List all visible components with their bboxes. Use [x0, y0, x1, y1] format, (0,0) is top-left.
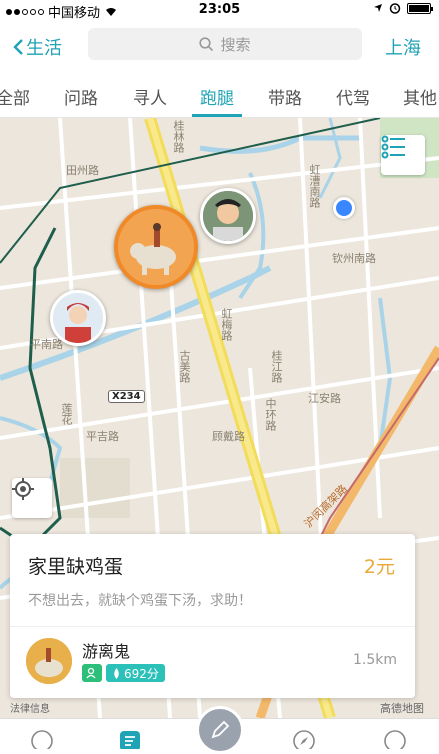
legal-info-link[interactable]: 法律信息 [10, 700, 50, 715]
tab-find-person[interactable]: 寻人 [133, 84, 167, 109]
score-value: 692分 [124, 666, 159, 681]
status-right [373, 2, 433, 14]
tab-errand[interactable]: 跑腿 [200, 84, 234, 109]
user-name: 游离鬼 [82, 642, 131, 661]
map-label-qinzhou: 钦州南路 [332, 252, 376, 265]
card-divider [10, 626, 415, 627]
back-label: 生活 [26, 38, 62, 59]
nav-bar: 生活 搜索 上海 [0, 20, 439, 70]
task-pin-elephant[interactable] [114, 205, 198, 289]
chevron-left-icon [13, 39, 23, 55]
map-provider-logo: 高德地图 [380, 702, 424, 715]
tab-ask-way[interactable]: 问路 [64, 84, 98, 109]
category-tabs: 全部 问路 寻人 跑腿 带路 代驾 其他 [0, 72, 439, 118]
map-label-hongmei: 虹梅路 [220, 308, 233, 341]
status-bar: 中国移动 23:05 [0, 0, 439, 21]
task-pin-man[interactable] [200, 188, 256, 244]
locate-me-button[interactable] [12, 478, 52, 518]
active-tab-indicator [192, 114, 242, 117]
profile-icon[interactable] [30, 729, 54, 749]
tab-guide[interactable]: 带路 [268, 84, 302, 109]
task-pin-girl[interactable] [50, 290, 106, 346]
task-price: 2元 [363, 556, 395, 578]
road-sign-x234: X234 [108, 390, 145, 403]
location-arrow-icon [374, 4, 382, 12]
map-label-hongcao: 虹漕南路 [308, 164, 321, 208]
map-label-jiangan: 江安路 [308, 392, 341, 405]
map-label-pingji: 平吉路 [86, 430, 119, 443]
map-label-guilin: 桂林路 [172, 120, 185, 153]
elephant-avatar-icon [118, 209, 194, 285]
crosshair-icon [12, 478, 34, 500]
search-icon [199, 36, 214, 51]
list-icon [381, 135, 405, 159]
task-card[interactable]: 家里缺鸡蛋 2元 不想出去，就缺个鸡蛋下汤，求助！ 游离鬼 692分 1.5km [10, 534, 415, 698]
task-distance: 1.5km [352, 652, 397, 668]
task-title: 家里缺鸡蛋 [28, 556, 124, 578]
map-label-lianhua: 莲花 [60, 403, 73, 425]
girl-avatar-icon [53, 293, 103, 343]
verified-badge [82, 664, 102, 682]
alarm-icon [389, 3, 401, 14]
task-description: 不想出去，就缺个鸡蛋下汤，求助！ [28, 593, 252, 609]
tab-other[interactable]: 其他 [403, 84, 437, 109]
search-placeholder: 搜索 [220, 35, 251, 54]
man-avatar-icon [203, 191, 253, 241]
map-label-zhonghuan: 中环路 [264, 398, 277, 431]
compass-icon[interactable] [292, 729, 316, 749]
map-label-tianzhou: 田州路 [66, 164, 99, 177]
tab-all[interactable]: 全部 [0, 84, 30, 109]
battery-icon [407, 2, 433, 14]
score-badge: 692分 [106, 664, 165, 682]
map-label-guijiang: 桂江路 [270, 350, 283, 383]
user-avatar-icon [26, 638, 72, 684]
tasks-tab-icon[interactable] [118, 729, 142, 749]
drop-icon [114, 667, 119, 679]
chat-icon[interactable] [383, 729, 407, 749]
map-label-guimei: 古美路 [178, 350, 191, 383]
pencil-icon [211, 720, 230, 739]
list-view-button[interactable] [381, 135, 425, 175]
publish-button[interactable] [196, 706, 244, 754]
back-button[interactable]: 生活 [12, 34, 62, 60]
my-location-dot [333, 197, 355, 219]
search-input[interactable]: 搜索 [88, 28, 362, 60]
avatar[interactable] [26, 638, 72, 684]
map-label-gudai: 顾戴路 [212, 430, 245, 443]
tab-drive[interactable]: 代驾 [336, 84, 370, 109]
city-selector[interactable]: 上海 [385, 34, 421, 60]
user-check-icon [86, 667, 96, 679]
